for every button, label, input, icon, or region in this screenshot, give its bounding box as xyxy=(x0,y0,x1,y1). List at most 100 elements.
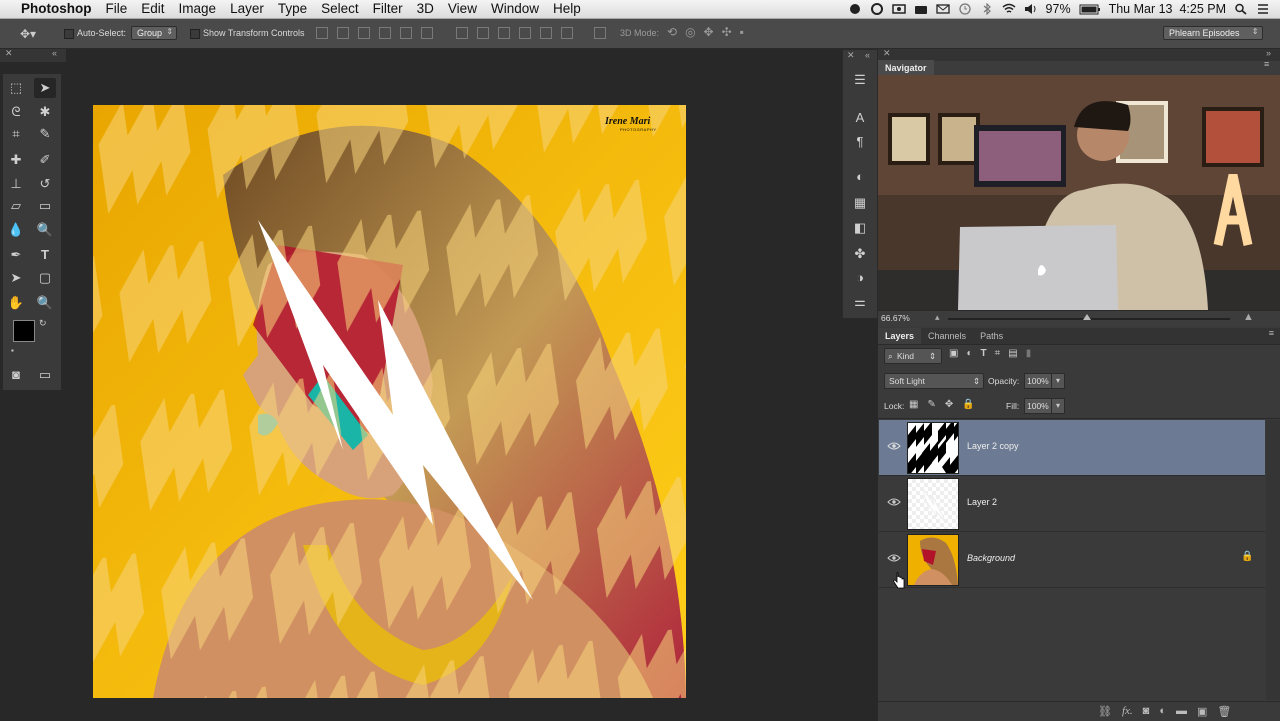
layers-scrollbar[interactable] xyxy=(1266,420,1280,700)
delete-layer-icon[interactable]: 🗑 xyxy=(1217,705,1231,718)
filter-toggle-icon[interactable]: ▮ xyxy=(1026,348,1032,359)
3d-scale-icon[interactable]: ▪ xyxy=(740,25,744,39)
visibility-eye-icon[interactable] xyxy=(887,554,901,562)
distribute-right-icon[interactable] xyxy=(561,27,573,39)
filter-pixel-icon[interactable]: ▣ xyxy=(949,348,958,359)
tab-navigator[interactable]: Navigator xyxy=(878,60,934,76)
3d-rotate-icon[interactable]: ⟲ xyxy=(667,25,677,39)
wifi-icon[interactable] xyxy=(1002,3,1016,15)
battery-icon[interactable] xyxy=(1079,4,1101,15)
align-right-icon[interactable] xyxy=(421,27,433,39)
filter-adjustment-icon[interactable]: ◐ xyxy=(966,348,972,359)
zoom-tool-icon[interactable]: 🔍 xyxy=(34,293,56,313)
menu-edit[interactable]: Edit xyxy=(134,0,171,18)
show-transform-checkbox[interactable] xyxy=(190,29,200,41)
3d-roll-icon[interactable]: ◎ xyxy=(685,25,695,39)
new-group-icon[interactable]: ▬ xyxy=(1176,705,1187,718)
navigator-preview[interactable] xyxy=(878,75,1280,310)
swap-colors-icon[interactable]: ↻ xyxy=(39,318,47,329)
path-selection-tool-icon[interactable]: ➤ xyxy=(5,268,27,288)
menu-3d[interactable]: 3D xyxy=(410,0,441,18)
marquee-tool-icon[interactable]: ⬚ xyxy=(5,78,27,98)
shape-tool-icon[interactable]: ▢ xyxy=(34,268,56,288)
zoom-in-icon[interactable]: ▲ xyxy=(1243,311,1254,323)
layer-row-background[interactable]: Background 🔒 xyxy=(879,532,1265,588)
3d-slide-icon[interactable]: ✣ xyxy=(722,25,732,39)
quick-mask-icon[interactable]: ◙ xyxy=(5,365,27,385)
history-panel-icon[interactable]: ☰ xyxy=(849,70,871,90)
auto-select-dropdown[interactable]: Group xyxy=(131,26,178,40)
menu-filter[interactable]: Filter xyxy=(366,0,410,18)
opacity-field[interactable]: 100% xyxy=(1024,373,1052,389)
filter-type-icon[interactable]: T xyxy=(981,348,987,359)
workspace-dropdown[interactable]: Phlearn Episodes xyxy=(1163,26,1263,40)
menu-type[interactable]: Type xyxy=(271,0,314,18)
distribute-hcenter-icon[interactable] xyxy=(540,27,552,39)
add-layer-style-button[interactable]: fx. xyxy=(1122,705,1133,718)
layer-name[interactable]: Background xyxy=(967,553,1015,563)
properties-panel-icon[interactable]: ⚌ xyxy=(849,292,871,312)
blur-tool-icon[interactable]: 💧 xyxy=(5,220,27,240)
move-tool-preset-icon[interactable]: ✥▾ xyxy=(20,27,36,41)
clock[interactable]: Thu Mar 13 4:25 PM xyxy=(1109,2,1226,16)
lock-position-icon[interactable]: ✥ xyxy=(945,399,953,410)
menu-view[interactable]: View xyxy=(441,0,484,18)
hand-tool-icon[interactable]: ✋ xyxy=(5,293,27,313)
filter-shape-icon[interactable]: ⌗ xyxy=(995,348,1001,359)
align-left-icon[interactable] xyxy=(379,27,391,39)
zoom-out-icon[interactable]: ▴ xyxy=(935,312,940,323)
blend-mode-dropdown[interactable]: Soft Light ⇕ xyxy=(884,373,984,389)
collapse-strip-icon[interactable]: « xyxy=(865,50,870,60)
character-panel-icon[interactable]: A xyxy=(849,108,871,128)
layer-filter-dropdown[interactable]: ⌕ Kind ⇕ xyxy=(884,348,942,364)
dodge-tool-icon[interactable]: 🔍 xyxy=(34,220,56,240)
screen-mode-icon[interactable]: ▭ xyxy=(34,365,56,385)
camera-icon[interactable] xyxy=(914,3,928,15)
paragraph-panel-icon[interactable]: ¶ xyxy=(849,132,871,152)
brush-panel-icon[interactable]: ✤ xyxy=(849,244,871,264)
close-strip-icon[interactable]: ✕ xyxy=(847,50,855,61)
menu-window[interactable]: Window xyxy=(484,0,546,18)
opacity-slider-toggle[interactable]: ▾ xyxy=(1051,373,1065,389)
auto-select-checkbox[interactable] xyxy=(64,29,74,41)
tab-paths[interactable]: Paths xyxy=(973,328,1010,344)
crop-tool-icon[interactable]: ⌗ xyxy=(5,124,27,144)
distribute-top-icon[interactable] xyxy=(456,27,468,39)
fill-slider-toggle[interactable]: ▾ xyxy=(1051,398,1065,414)
healing-brush-tool-icon[interactable]: ✚ xyxy=(5,150,27,170)
layers-menu-icon[interactable]: ≡ xyxy=(1269,328,1280,344)
collapse-navigator-icon[interactable]: » xyxy=(1266,48,1271,58)
zoom-slider-handle[interactable] xyxy=(1083,314,1091,320)
new-layer-icon[interactable]: ▣ xyxy=(1197,705,1207,718)
3d-pan-icon[interactable]: ✥ xyxy=(704,25,714,39)
lasso-tool-icon[interactable]: ᘓ xyxy=(5,102,27,122)
gradient-tool-icon[interactable]: ▭ xyxy=(34,196,56,216)
swatches-panel-icon[interactable]: ▦ xyxy=(849,193,871,213)
fill-field[interactable]: 100% xyxy=(1024,398,1052,414)
new-adjustment-layer-icon[interactable]: ◐ xyxy=(1159,705,1166,718)
time-machine-icon[interactable] xyxy=(958,3,972,15)
brush-tool-icon[interactable]: ✐ xyxy=(34,150,56,170)
layer-name[interactable]: Layer 2 xyxy=(967,497,997,507)
align-bottom-icon[interactable] xyxy=(358,27,370,39)
link-layers-icon[interactable]: ⛓ xyxy=(1098,705,1112,718)
collapse-toolbar-icon[interactable]: « xyxy=(52,48,57,58)
magic-wand-tool-icon[interactable]: ✱ xyxy=(34,102,56,122)
bluetooth-icon[interactable] xyxy=(980,3,994,15)
default-colors-icon[interactable]: ▪ xyxy=(11,346,14,355)
move-tool-icon[interactable]: ➤ xyxy=(34,78,56,98)
navigator-zoom-value[interactable]: 66.67% xyxy=(881,313,910,323)
visibility-eye-icon[interactable] xyxy=(887,442,901,450)
styles-panel-icon[interactable]: ◧ xyxy=(849,218,871,238)
document-canvas[interactable]: Irene Mari PHOTOGRAPHY xyxy=(93,105,686,698)
close-toolbar-icon[interactable]: ✕ xyxy=(5,48,13,59)
distribute-left-icon[interactable] xyxy=(519,27,531,39)
menu-layer[interactable]: Layer xyxy=(223,0,271,18)
align-hcenter-icon[interactable] xyxy=(400,27,412,39)
lock-all-icon[interactable]: 🔒 xyxy=(962,399,974,410)
layer-row-layer-2[interactable]: Layer 2 xyxy=(879,476,1265,532)
menu-select[interactable]: Select xyxy=(314,0,366,18)
filter-smartobject-icon[interactable]: ▤ xyxy=(1008,348,1017,359)
clone-stamp-tool-icon[interactable]: ⊥ xyxy=(5,174,27,194)
align-vcenter-icon[interactable] xyxy=(337,27,349,39)
